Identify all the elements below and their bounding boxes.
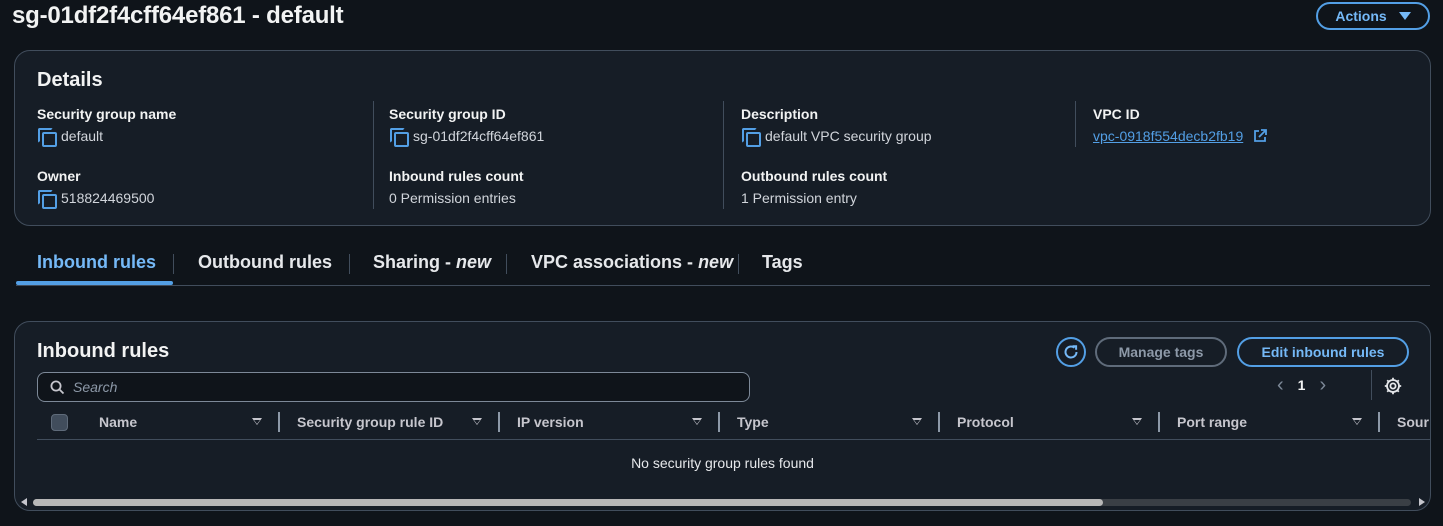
column-resizer[interactable] — [938, 412, 940, 432]
manage-tags-button[interactable]: Manage tags — [1095, 337, 1227, 367]
copy-icon[interactable] — [741, 127, 761, 147]
horizontal-scrollbar[interactable] — [19, 496, 1427, 508]
details-panel: Details Security group name default Secu… — [14, 50, 1431, 226]
tab-label: VPC associations - — [531, 252, 699, 272]
tab-outbound-rules[interactable]: Outbound rules — [198, 252, 332, 273]
page-number[interactable]: 1 — [1298, 377, 1306, 393]
settings-gear-icon[interactable] — [1383, 376, 1403, 396]
tab-sharing[interactable]: Sharing - new — [373, 252, 491, 273]
sort-caret-icon[interactable] — [692, 418, 702, 425]
field-value: 1 Permission entry — [741, 190, 857, 206]
scroll-right-arrow-icon[interactable] — [1419, 498, 1425, 506]
external-link-icon[interactable] — [1253, 129, 1268, 143]
sort-caret-icon[interactable] — [1352, 418, 1362, 425]
pager-divider — [1371, 370, 1372, 400]
field-security-group-id: Security group ID sg-01df2f4cff64ef861 — [389, 105, 545, 147]
refresh-button[interactable] — [1056, 337, 1086, 367]
column-resizer[interactable] — [718, 412, 720, 432]
field-label: Description — [741, 106, 819, 122]
field-label: Outbound rules count — [741, 168, 888, 184]
field-owner: Owner 518824469500 — [37, 167, 155, 209]
sort-caret-icon[interactable] — [472, 418, 482, 425]
copy-icon[interactable] — [389, 127, 409, 147]
empty-table-message: No security group rules found — [631, 455, 814, 471]
tab-new-badge: new — [456, 252, 492, 272]
copy-icon[interactable] — [37, 127, 57, 147]
search-field[interactable] — [37, 372, 750, 402]
inbound-rules-panel: Inbound rules Manage tags Edit inbound r… — [14, 321, 1431, 511]
column-divider — [373, 101, 374, 209]
column-header-rule-id[interactable]: Security group rule ID — [297, 414, 443, 430]
column-header-protocol[interactable]: Protocol — [957, 414, 1014, 430]
pagination: ‹ 1 › — [1277, 375, 1326, 395]
inbound-rules-title: Inbound rules — [37, 340, 170, 362]
caret-down-icon — [1398, 12, 1411, 20]
field-value: sg-01df2f4cff64ef861 — [413, 128, 545, 144]
chevron-left-icon[interactable]: ‹ — [1277, 375, 1284, 395]
field-label: VPC ID — [1093, 106, 1140, 122]
field-value: default — [61, 128, 104, 144]
sort-caret-icon[interactable] — [252, 418, 262, 425]
sort-caret-icon[interactable] — [1132, 418, 1142, 425]
copy-icon[interactable] — [37, 189, 57, 209]
field-vpc-id: VPC ID vpc-0918f554decb2fb19 — [1093, 105, 1268, 145]
field-security-group-name: Security group name default — [37, 105, 177, 147]
table-header: Name Security group rule ID IP version T… — [37, 408, 1430, 440]
tab-vpc-associations[interactable]: VPC associations - new — [531, 252, 733, 273]
edit-inbound-rules-button[interactable]: Edit inbound rules — [1237, 337, 1409, 367]
column-header-ip-version[interactable]: IP version — [517, 414, 584, 430]
field-outbound-rules-count: Outbound rules count 1 Permission entry — [741, 167, 887, 207]
tab-divider — [173, 254, 174, 274]
actions-label: Actions — [1335, 8, 1387, 24]
column-header-port-range[interactable]: Port range — [1177, 414, 1247, 430]
tab-label: Sharing - — [373, 252, 457, 272]
tab-bar: Inbound rules Outbound rules Sharing - n… — [16, 246, 1430, 286]
column-header-type[interactable]: Type — [737, 414, 769, 430]
column-header-source[interactable]: Sour — [1397, 414, 1429, 430]
field-value: default VPC security group — [765, 128, 932, 144]
active-tab-indicator — [16, 281, 173, 285]
search-input[interactable] — [73, 379, 723, 395]
scroll-thumb[interactable] — [33, 499, 1103, 506]
page-title: sg-01df2f4cff64ef861 - default — [12, 2, 344, 29]
details-title: Details — [37, 69, 103, 91]
tab-label: Tags — [762, 252, 803, 272]
field-label: Owner — [37, 168, 81, 184]
column-resizer[interactable] — [1158, 412, 1160, 432]
column-resizer[interactable] — [1378, 412, 1380, 432]
field-inbound-rules-count: Inbound rules count 0 Permission entries — [389, 167, 524, 207]
tab-new-badge: new — [698, 252, 734, 272]
chevron-right-icon[interactable]: › — [1319, 375, 1326, 395]
column-header-name[interactable]: Name — [99, 414, 137, 430]
column-divider — [1075, 101, 1076, 147]
refresh-icon — [1064, 345, 1078, 359]
tab-divider — [349, 254, 350, 274]
tab-tags[interactable]: Tags — [762, 252, 803, 273]
field-label: Security group ID — [389, 106, 506, 122]
search-icon — [50, 380, 65, 394]
tab-label: Inbound rules — [37, 252, 156, 272]
tab-inbound-rules[interactable]: Inbound rules — [37, 252, 156, 273]
field-label: Inbound rules count — [389, 168, 524, 184]
column-resizer[interactable] — [278, 412, 280, 432]
actions-dropdown-button[interactable]: Actions — [1316, 2, 1430, 30]
scroll-left-arrow-icon[interactable] — [21, 498, 27, 506]
field-value: 0 Permission entries — [389, 190, 516, 206]
field-label: Security group name — [37, 106, 177, 122]
column-divider — [723, 101, 724, 209]
field-description: Description default VPC security group — [741, 105, 932, 147]
tab-divider — [738, 254, 739, 274]
column-resizer[interactable] — [498, 412, 500, 432]
tab-label: Outbound rules — [198, 252, 332, 272]
select-all-checkbox[interactable] — [51, 414, 68, 431]
tab-divider — [506, 254, 507, 274]
vpc-id-link[interactable]: vpc-0918f554decb2fb19 — [1093, 127, 1243, 145]
sort-caret-icon[interactable] — [912, 418, 922, 425]
field-value: 518824469500 — [61, 190, 155, 206]
